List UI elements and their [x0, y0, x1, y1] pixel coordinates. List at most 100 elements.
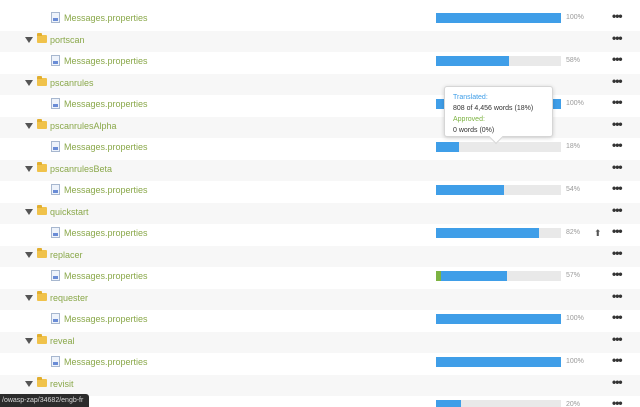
file-row[interactable]: 20% •••	[0, 396, 640, 407]
more-options-icon[interactable]: •••	[612, 290, 623, 302]
file-row[interactable]: Messages.properties 57% •••	[0, 267, 640, 289]
tooltip-approved-label: Approved:	[453, 116, 485, 123]
progress-percent: 20%	[566, 401, 581, 407]
more-options-icon[interactable]: •••	[612, 161, 623, 173]
folder-icon	[37, 118, 47, 129]
file-name-link[interactable]: Messages.properties	[64, 228, 148, 238]
collapse-arrow-icon[interactable]	[25, 337, 33, 344]
progress-percent: 100%	[566, 358, 584, 365]
folder-name-link[interactable]: revisit	[50, 379, 74, 389]
more-options-icon[interactable]: •••	[612, 333, 623, 345]
folder-row[interactable]: replacer •••	[0, 245, 640, 267]
file-name-link[interactable]: Messages.properties	[64, 185, 148, 195]
folder-row[interactable]: portscan •••	[0, 30, 640, 52]
translation-progress-bar[interactable]	[436, 13, 561, 23]
translation-progress-bar[interactable]	[436, 228, 561, 238]
more-options-icon[interactable]: •••	[612, 354, 623, 366]
folder-icon	[37, 75, 47, 86]
folder-name-link[interactable]: reveal	[50, 336, 75, 346]
approved-fill	[436, 271, 441, 281]
more-options-icon[interactable]: •••	[612, 118, 623, 130]
folder-row[interactable]: quickstart •••	[0, 202, 640, 224]
more-options-icon[interactable]: •••	[612, 182, 623, 194]
translation-progress-bar[interactable]	[436, 400, 561, 407]
file-row[interactable]: Messages.properties 82% ⬆ •••	[0, 224, 640, 246]
folder-name-link[interactable]: replacer	[50, 250, 83, 260]
more-options-icon[interactable]: •••	[612, 204, 623, 216]
collapse-arrow-icon[interactable]	[25, 36, 33, 43]
more-options-icon[interactable]: •••	[612, 32, 623, 44]
file-icon	[51, 141, 60, 152]
folder-icon	[37, 161, 47, 172]
file-row[interactable]: Messages.properties 100% •••	[0, 353, 640, 375]
file-name-link[interactable]: Messages.properties	[64, 142, 148, 152]
upload-icon[interactable]: ⬆	[594, 228, 602, 239]
more-options-icon[interactable]: •••	[612, 376, 623, 388]
progress-percent: 100%	[566, 315, 584, 322]
file-row[interactable]: Messages.properties 100% •••	[0, 9, 640, 31]
more-options-icon[interactable]: •••	[612, 10, 623, 22]
folder-name-link[interactable]: pscanrulesBeta	[50, 164, 112, 174]
folder-name-link[interactable]: quickstart	[50, 207, 89, 217]
folder-name-link[interactable]: portscan	[50, 35, 85, 45]
collapse-arrow-icon[interactable]	[25, 79, 33, 86]
folder-name-link[interactable]: pscanrulesAlpha	[50, 121, 117, 131]
collapse-arrow-icon[interactable]	[25, 294, 33, 301]
collapse-arrow-icon[interactable]	[25, 122, 33, 129]
translation-progress-bar[interactable]	[436, 357, 561, 367]
more-options-icon[interactable]: •••	[612, 96, 623, 108]
file-icon	[51, 356, 60, 367]
file-name-link[interactable]: Messages.properties	[64, 271, 148, 281]
more-options-icon[interactable]: •••	[612, 268, 623, 280]
more-options-icon[interactable]: •••	[612, 75, 623, 87]
more-options-icon[interactable]: •••	[612, 247, 623, 259]
tooltip-approved-value: 0 words (0%)	[453, 127, 495, 134]
file-icon	[51, 313, 60, 324]
translation-progress-bar[interactable]	[436, 142, 561, 152]
file-icon	[51, 55, 60, 66]
more-options-icon[interactable]: •••	[612, 139, 623, 151]
file-name-link[interactable]: Messages.properties	[64, 13, 148, 23]
file-row[interactable]: Messages.properties 100% •••	[0, 310, 640, 332]
translation-progress-bar[interactable]	[436, 271, 561, 281]
file-row[interactable]: Messages.properties 18% •••	[0, 138, 640, 160]
translated-fill	[436, 142, 459, 152]
file-row[interactable]: Messages.properties 54% •••	[0, 181, 640, 203]
file-icon	[51, 12, 60, 23]
file-name-link[interactable]: Messages.properties	[64, 357, 148, 367]
translated-fill	[436, 314, 561, 324]
file-name-link[interactable]: Messages.properties	[64, 99, 148, 109]
file-icon	[51, 98, 60, 109]
translated-fill	[436, 13, 561, 23]
translation-progress-bar[interactable]	[436, 314, 561, 324]
translation-progress-bar[interactable]	[436, 185, 561, 195]
translated-fill	[436, 56, 509, 66]
folder-row[interactable]: pscanrulesBeta •••	[0, 159, 640, 181]
folder-row[interactable]: requester •••	[0, 288, 640, 310]
progress-percent: 18%	[566, 143, 581, 150]
folder-name-link[interactable]: pscanrules	[50, 78, 94, 88]
more-options-icon[interactable]: •••	[612, 397, 623, 407]
translation-progress-bar[interactable]	[436, 56, 561, 66]
progress-percent: 54%	[566, 186, 581, 193]
progress-percent: 58%	[566, 57, 581, 64]
collapse-arrow-icon[interactable]	[25, 380, 33, 387]
file-name-link[interactable]: Messages.properties	[64, 314, 148, 324]
more-options-icon[interactable]: •••	[612, 225, 623, 237]
folder-row[interactable]: reveal •••	[0, 331, 640, 353]
file-name-link[interactable]: Messages.properties	[64, 56, 148, 66]
more-options-icon[interactable]: •••	[612, 53, 623, 65]
tooltip-translated-value: 808 of 4,456 words (18%)	[453, 105, 534, 112]
translated-fill	[436, 228, 539, 238]
file-row[interactable]: Messages.properties 58% •••	[0, 52, 640, 74]
collapse-arrow-icon[interactable]	[25, 165, 33, 172]
translated-fill	[436, 357, 561, 367]
collapse-arrow-icon[interactable]	[25, 208, 33, 215]
folder-name-link[interactable]: requester	[50, 293, 88, 303]
translated-fill	[436, 271, 508, 281]
status-bar-url: /owasp-zap/34682/engb-fr	[0, 394, 90, 407]
folder-row[interactable]: revisit •••	[0, 374, 640, 396]
collapse-arrow-icon[interactable]	[25, 251, 33, 258]
folder-icon	[37, 376, 47, 387]
more-options-icon[interactable]: •••	[612, 311, 623, 323]
